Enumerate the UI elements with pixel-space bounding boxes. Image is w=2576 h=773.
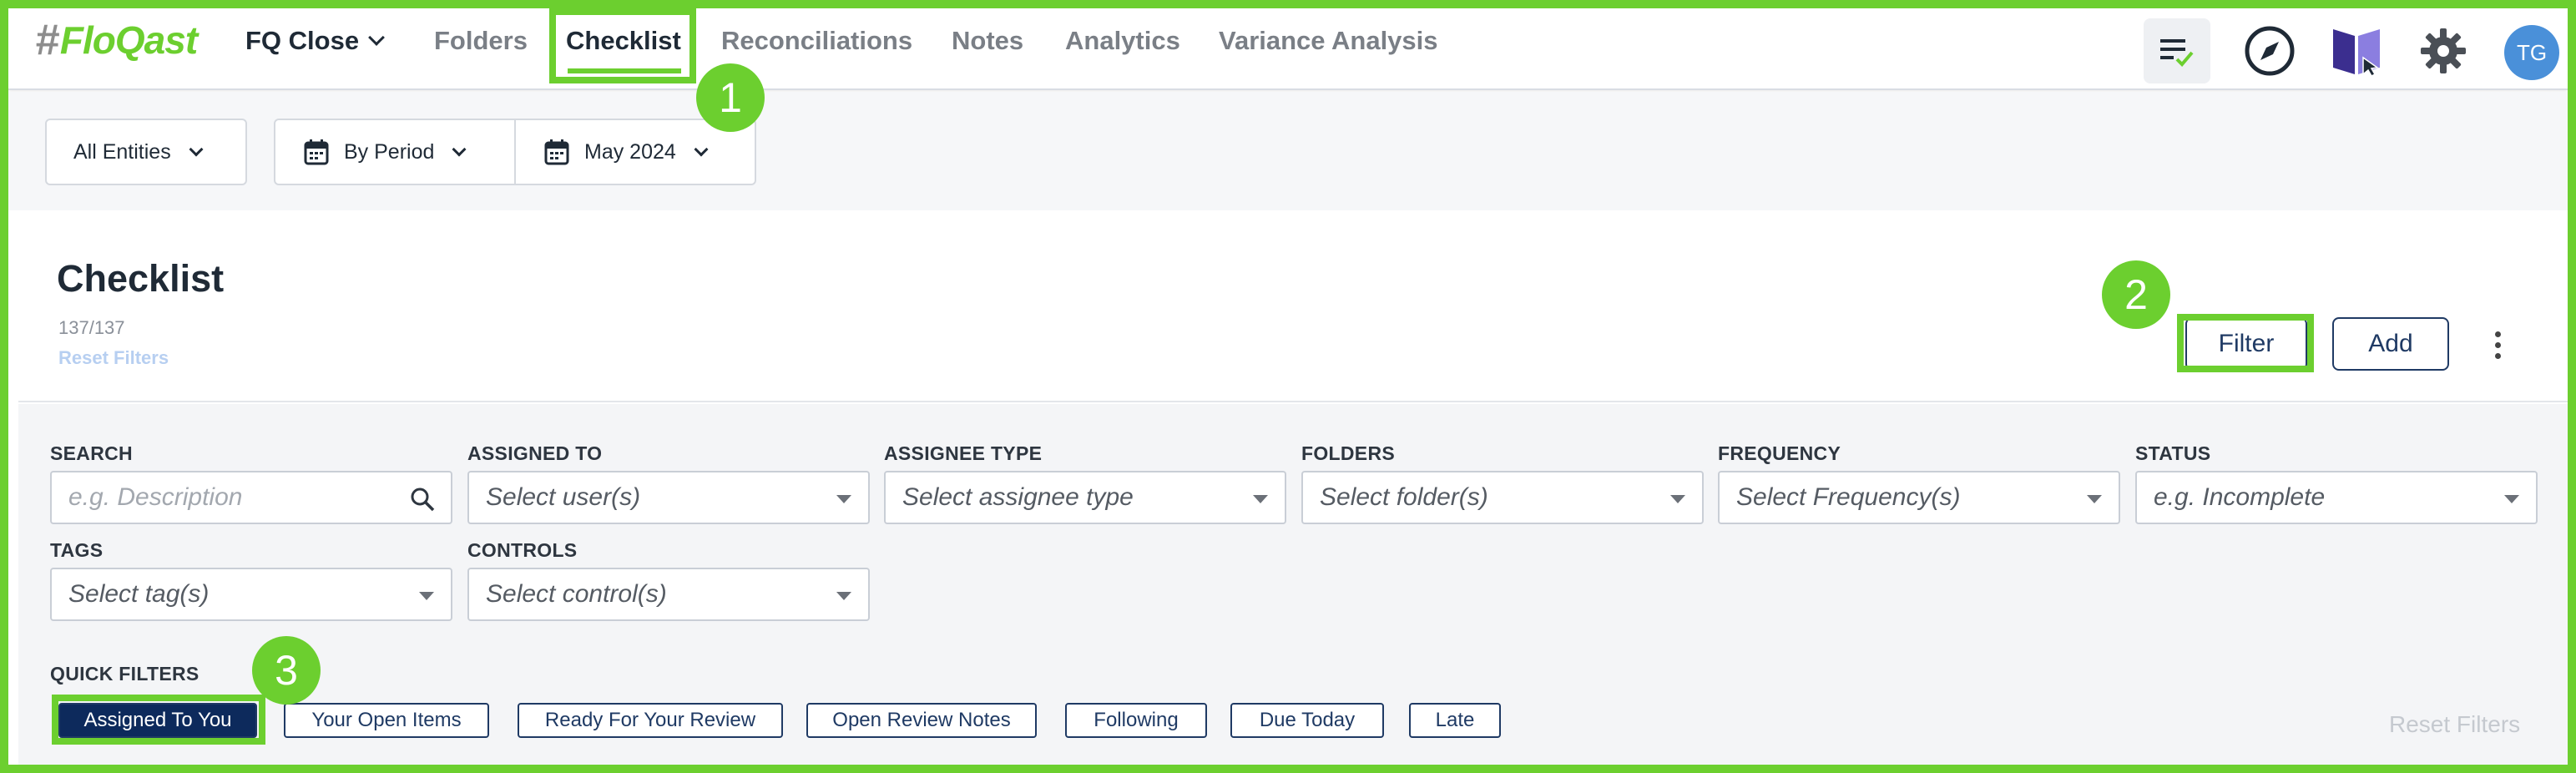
compass-button[interactable] (2237, 18, 2302, 83)
quick-filter-highlight-box (52, 695, 265, 745)
chip-following[interactable]: Following (1065, 703, 1207, 738)
logo-hash: # (35, 16, 59, 64)
calendar-icon (544, 139, 569, 165)
assigned-to-placeholder: Select user(s) (486, 483, 641, 511)
entities-select-label: All Entities (73, 139, 171, 164)
caret-down-icon (2087, 495, 2102, 503)
status-label: STATUS (2135, 442, 2211, 464)
chip-open-review-notes[interactable]: Open Review Notes (806, 703, 1037, 738)
folders-label: FOLDERS (1301, 442, 1395, 464)
nav-analytics[interactable]: Analytics (1065, 22, 1180, 60)
settings-button[interactable] (2411, 18, 2476, 83)
caret-down-icon (419, 592, 434, 600)
chevron-down-icon (452, 142, 467, 157)
period-mode-select[interactable]: By Period (274, 119, 516, 185)
step-badge-1: 1 (696, 63, 765, 132)
chip-due-today[interactable]: Due Today (1230, 703, 1384, 738)
item-count: 137/137 (58, 317, 125, 338)
nav-variance-analysis[interactable]: Variance Analysis (1219, 22, 1438, 60)
checklist-header: Checklist 137/137 Reset Filters (18, 224, 2568, 402)
search-label: SEARCH (50, 442, 133, 464)
assignee-type-label: ASSIGNEE TYPE (884, 442, 1043, 464)
period-mode-label: By Period (344, 139, 435, 164)
chevron-down-icon (694, 142, 709, 157)
chevron-down-icon (189, 142, 204, 157)
entities-select[interactable]: All Entities (45, 119, 247, 185)
user-avatar[interactable]: TG (2504, 25, 2559, 80)
assignee-type-select[interactable]: Select assignee type (884, 471, 1286, 524)
controls-label: CONTROLS (467, 539, 578, 561)
tags-placeholder: Select tag(s) (68, 580, 210, 608)
compass-icon (2245, 26, 2295, 76)
book-guide-icon (2333, 29, 2380, 77)
status-placeholder: e.g. Incomplete (2154, 483, 2326, 511)
search-input[interactable]: e.g. Description (50, 471, 452, 524)
chip-your-open-items[interactable]: Your Open Items (284, 703, 489, 738)
caret-down-icon (1670, 495, 1685, 503)
tags-select[interactable]: Select tag(s) (50, 568, 452, 621)
step-badge-2: 2 (2102, 260, 2170, 329)
folders-select[interactable]: Select folder(s) (1301, 471, 1704, 524)
frequency-placeholder: Select Frequency(s) (1736, 483, 1961, 511)
search-placeholder: e.g. Description (68, 483, 243, 511)
logo-flo: Flo (59, 18, 116, 62)
assigned-to-label: ASSIGNED TO (467, 442, 603, 464)
period-value-label: May 2024 (584, 139, 676, 164)
floqast-logo[interactable]: # Flo Qast (35, 15, 198, 65)
nav-notes[interactable]: Notes (952, 22, 1023, 60)
logo-qast: Qast (114, 18, 198, 62)
folders-placeholder: Select folder(s) (1320, 483, 1488, 511)
page-title: Checklist (57, 257, 225, 300)
controls-select[interactable]: Select control(s) (467, 568, 870, 621)
step-badge-3: 3 (252, 636, 321, 705)
caret-down-icon (836, 495, 851, 503)
reset-filters-link[interactable]: Reset Filters (58, 347, 169, 369)
frequency-label: FREQUENCY (1718, 442, 1841, 464)
active-tab-underline (568, 68, 681, 73)
caret-down-icon (2504, 495, 2519, 503)
caret-down-icon (1253, 495, 1268, 503)
chevron-down-icon (368, 29, 385, 46)
nav-reconciliations[interactable]: Reconciliations (721, 22, 912, 60)
controls-placeholder: Select control(s) (486, 580, 667, 608)
task-list-icon (2160, 39, 2194, 67)
reset-filters-bottom[interactable]: Reset Filters (2389, 711, 2520, 738)
chip-ready-for-your-review[interactable]: Ready For Your Review (518, 703, 783, 738)
task-list-button[interactable] (2144, 18, 2210, 83)
filter-highlight-box (2177, 314, 2314, 372)
caret-down-icon (836, 592, 851, 600)
calendar-icon (304, 139, 329, 165)
chip-late[interactable]: Late (1409, 703, 1501, 738)
assignee-type-placeholder: Select assignee type (902, 483, 1134, 511)
add-button[interactable]: Add (2332, 317, 2449, 371)
search-icon (411, 488, 435, 512)
frequency-select[interactable]: Select Frequency(s) (1718, 471, 2120, 524)
assigned-to-select[interactable]: Select user(s) (467, 471, 870, 524)
more-options-icon[interactable] (2493, 329, 2503, 362)
quick-filters-label: QUICK FILTERS (50, 663, 200, 685)
nav-folders[interactable]: Folders (434, 22, 528, 60)
product-menu-label: FQ Close (245, 26, 360, 55)
guide-button[interactable] (2324, 18, 2389, 83)
product-menu[interactable]: FQ Close (245, 22, 385, 60)
status-select[interactable]: e.g. Incomplete (2135, 471, 2538, 524)
period-bar: All Entities By Period May 2024 (8, 92, 2568, 210)
gear-icon (2421, 28, 2466, 73)
tags-label: TAGS (50, 539, 104, 561)
